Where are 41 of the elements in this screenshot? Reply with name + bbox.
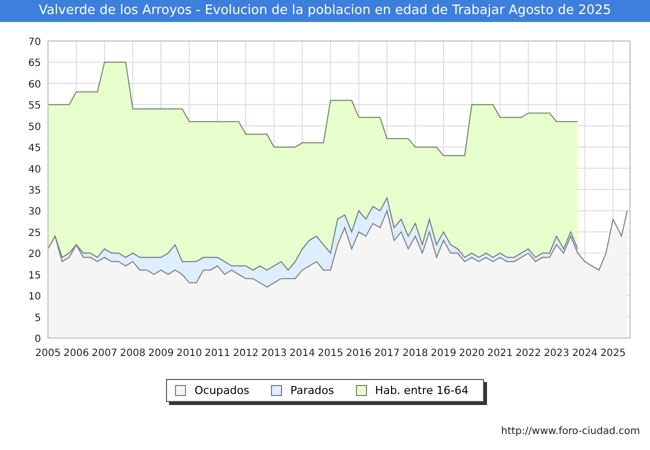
x-tick-label: 2025 [600, 348, 626, 359]
x-tick-label: 2024 [572, 348, 598, 359]
x-tick-label: 2019 [430, 348, 456, 359]
y-tick-label: 25 [28, 228, 41, 239]
x-tick-label: 2010 [176, 348, 202, 359]
y-tick-label: 65 [28, 58, 41, 70]
chart-title: Valverde de los Arroyos - Evolucion de la poblacion en edad de Trabajar Agosto de 2025 [0, 0, 650, 22]
x-tick-label: 2006 [64, 348, 89, 359]
x-tick-label: 2014 [290, 348, 315, 359]
y-tick-label: 70 [28, 37, 41, 48]
y-tick-label: 0 [34, 334, 41, 345]
x-tick-label: 2015 [318, 348, 344, 359]
y-tick-label: 30 [28, 206, 41, 218]
x-tick-label: 2011 [204, 348, 230, 359]
legend-label: Parados [290, 384, 334, 397]
source-url: http://www.foro-ciudad.com [501, 426, 640, 437]
x-tick-label: 2021 [487, 348, 513, 359]
x-tick-label: 2022 [516, 348, 542, 359]
x-tick-label: 2016 [346, 348, 372, 359]
y-tick-label: 10 [28, 292, 41, 303]
y-tick-label: 40 [28, 164, 41, 176]
x-tick-label: 2008 [120, 348, 146, 359]
x-tick-label: 2005 [35, 348, 61, 359]
y-tick-label: 45 [28, 143, 41, 154]
legend-label: Hab. entre 16-64 [374, 384, 468, 397]
y-tick-label: 60 [28, 79, 41, 90]
x-tick-label: 2018 [402, 348, 428, 359]
x-tick-label: 2017 [374, 348, 400, 359]
x-tick-label: 2020 [459, 348, 485, 359]
y-tick-label: 35 [28, 186, 41, 196]
y-tick-label: 55 [28, 100, 41, 112]
y-tick-label: 20 [28, 249, 41, 260]
x-tick-label: 2012 [233, 348, 258, 359]
x-tick-label: 2023 [544, 348, 570, 359]
y-tick-label: 50 [28, 122, 41, 133]
legend-label: Ocupados [194, 384, 250, 397]
y-tick-label: 5 [34, 312, 41, 324]
y-tick-label: 15 [28, 270, 41, 282]
x-tick-label: 2013 [261, 348, 287, 359]
x-tick-label: 2007 [92, 348, 118, 359]
x-tick-label: 2009 [148, 348, 174, 359]
